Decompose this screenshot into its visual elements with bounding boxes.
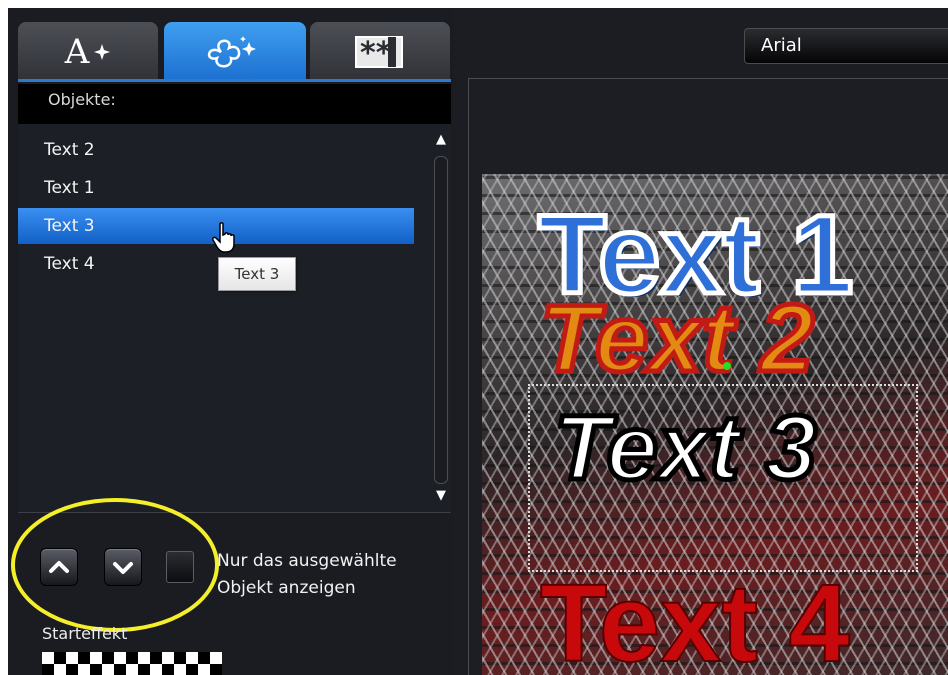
tab-effects[interactable] xyxy=(164,22,306,82)
list-item-label: Text 1 xyxy=(44,178,95,198)
font-family-value: Arial xyxy=(761,35,802,56)
list-item-label: Text 2 xyxy=(44,140,95,160)
move-up-button[interactable] xyxy=(40,548,78,586)
scrollbar-track[interactable] xyxy=(434,156,448,484)
show-only-selected-label: Nur das ausgewählte Objekt anzeigen xyxy=(217,551,397,598)
left-panel: A ** Objekte: Text 2 Text 1 Text 3 Text … xyxy=(8,8,454,675)
preview-text-object[interactable]: Text 2 xyxy=(538,283,817,395)
tab-underline xyxy=(18,79,451,82)
tab-overlay[interactable]: ** xyxy=(310,22,450,82)
selection-box[interactable] xyxy=(528,384,918,572)
preview-canvas[interactable]: Text 1 Text 2 Text 3 Text 4 xyxy=(482,174,948,675)
tab-text-label: A xyxy=(64,32,90,72)
selection-anchor-handle[interactable] xyxy=(723,362,731,370)
hand-cursor-icon xyxy=(212,222,235,253)
tab-text-properties[interactable]: A xyxy=(18,22,158,82)
objects-header-label: Objekte: xyxy=(48,90,116,109)
list-item[interactable]: Text 1 xyxy=(18,170,414,206)
flower-sparkle-icon xyxy=(208,36,256,68)
list-item-label: Text 3 xyxy=(44,216,95,236)
start-effect-label: Starteffekt xyxy=(42,624,128,643)
objects-list[interactable]: Text 2 Text 1 Text 3 Text 4 ▲ ▼ xyxy=(18,124,451,513)
scroll-down-arrow-icon[interactable]: ▼ xyxy=(436,488,446,503)
tooltip-label: Text 3 xyxy=(234,265,280,283)
show-only-selected-checkbox[interactable] xyxy=(166,551,194,583)
list-item-label: Text 4 xyxy=(44,254,95,274)
objects-header: Objekte: xyxy=(18,84,451,124)
chevron-down-icon xyxy=(113,562,133,574)
asterisk-frame-icon: ** xyxy=(355,36,403,69)
chevron-up-icon xyxy=(49,561,69,573)
scroll-up-arrow-icon[interactable]: ▲ xyxy=(436,132,446,147)
move-down-button[interactable] xyxy=(104,548,142,586)
tooltip: Text 3 xyxy=(218,257,296,291)
video-title-editor: A ** Objekte: Text 2 Text 1 Text 3 Text … xyxy=(8,8,948,675)
font-family-select[interactable]: Arial xyxy=(744,28,948,64)
sparkle-icon xyxy=(94,44,111,60)
list-item[interactable]: Text 2 xyxy=(18,132,414,168)
start-effect-preview[interactable] xyxy=(42,652,222,675)
svg-text:**: ** xyxy=(360,36,392,69)
preview-text-object[interactable]: Text 4 xyxy=(539,560,851,675)
